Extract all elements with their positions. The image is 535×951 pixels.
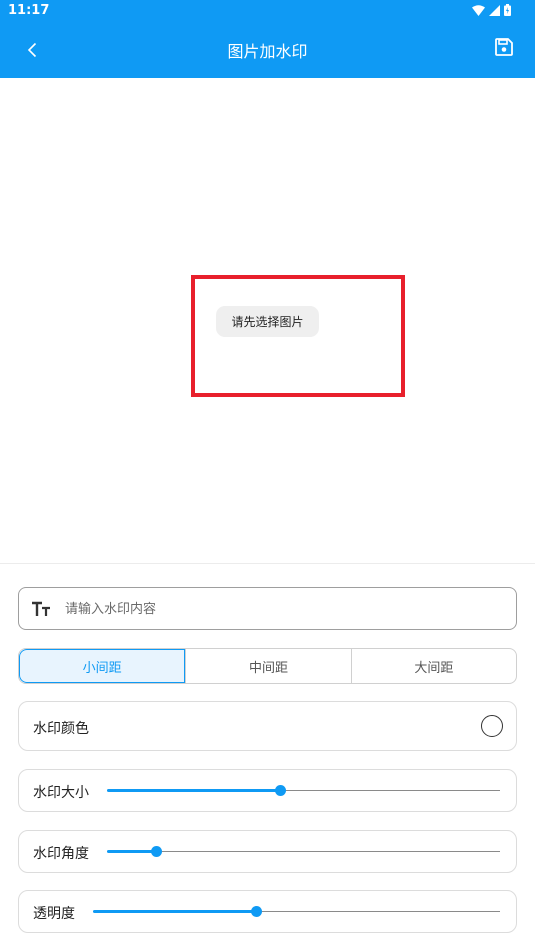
slider-thumb[interactable] xyxy=(250,906,262,917)
watermark-size-slider[interactable] xyxy=(107,783,500,799)
select-image-hint: 请先选择图片 xyxy=(216,306,319,337)
watermark-size-row: 水印大小 xyxy=(18,769,517,812)
slider-fill xyxy=(107,850,157,853)
watermark-color-row[interactable]: 水印颜色 xyxy=(18,701,517,751)
watermark-angle-label: 水印角度 xyxy=(33,846,89,862)
text-size-icon xyxy=(32,601,50,616)
spacing-selector: 小间距 中间距 大间距 xyxy=(18,648,517,684)
watermark-color-label: 水印颜色 xyxy=(33,721,89,737)
color-picker-swatch[interactable] xyxy=(481,715,503,737)
save-button[interactable] xyxy=(495,38,519,62)
wifi-icon xyxy=(472,4,485,16)
signal-icon xyxy=(489,4,500,16)
slider-thumb[interactable] xyxy=(151,846,163,857)
save-icon xyxy=(495,38,513,56)
status-icons xyxy=(472,4,511,16)
status-bar: 11:17 xyxy=(0,0,535,22)
status-time: 11:17 xyxy=(8,3,50,18)
slider-track xyxy=(107,851,500,852)
slider-fill xyxy=(93,910,256,913)
watermark-input[interactable] xyxy=(65,596,505,622)
spacing-option-small[interactable]: 小间距 xyxy=(19,649,186,683)
opacity-label: 透明度 xyxy=(33,906,75,922)
battery-icon xyxy=(504,4,511,16)
opacity-slider[interactable] xyxy=(93,904,500,920)
slider-fill xyxy=(107,789,280,792)
opacity-row: 透明度 xyxy=(18,890,517,933)
slider-thumb[interactable] xyxy=(274,785,286,796)
watermark-angle-row: 水印角度 xyxy=(18,830,517,873)
spacing-option-large[interactable]: 大间距 xyxy=(350,649,516,683)
watermark-text-field[interactable] xyxy=(18,587,517,630)
page-title: 图片加水印 xyxy=(227,42,308,61)
watermark-size-label: 水印大小 xyxy=(33,785,89,801)
app-bar: 图片加水印 xyxy=(0,22,535,78)
spacing-option-medium[interactable]: 中间距 xyxy=(185,649,350,683)
watermark-angle-slider[interactable] xyxy=(107,844,500,860)
